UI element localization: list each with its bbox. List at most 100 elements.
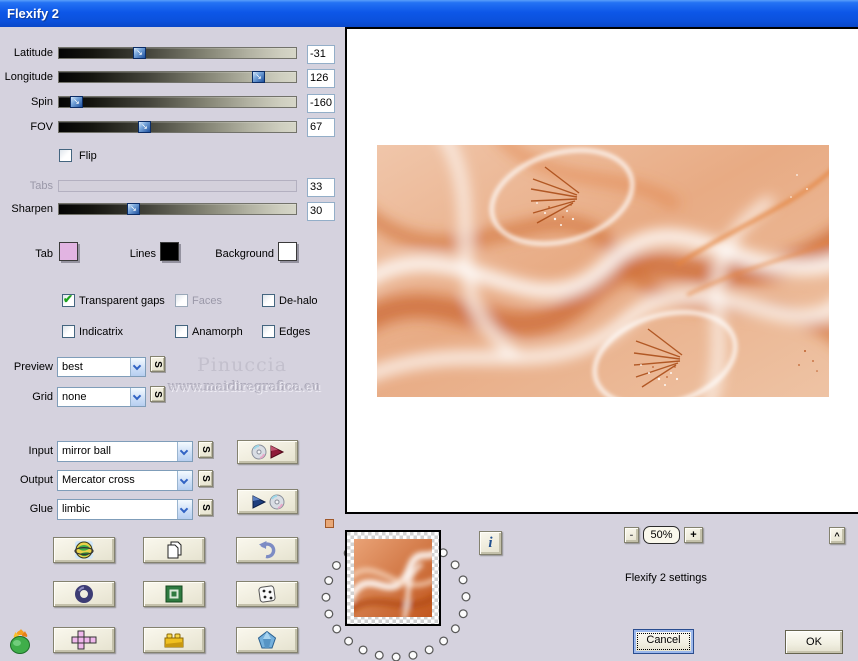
flaming-pear-logo [7,626,35,659]
fov-value-field[interactable]: 67 [307,118,335,137]
spin-slider-handle[interactable]: ↘ [70,96,83,108]
flip-label: Flip [79,150,97,162]
latitude-slider-handle[interactable]: ↘ [133,47,146,59]
undo-button[interactable] [236,537,298,563]
collapse-caret-button[interactable]: ^ [829,527,845,544]
chevron-down-icon[interactable] [130,358,145,376]
edges-checkbox[interactable] [262,325,275,338]
torus-button[interactable] [53,581,115,607]
spin-label: Spin [30,96,53,108]
cd-red-arrow-icon [251,444,285,460]
faces-checkbox [175,294,188,307]
watermark-url: www.maidiregrafica.eu [168,380,321,395]
anamorph-label: Anamorph [192,326,243,338]
glue-dropdown-label: Glue [29,503,53,515]
output-random-button[interactable]: S [198,470,213,487]
small-orange-marker [325,519,334,528]
sharpen-slider[interactable]: ↘ [58,203,297,215]
fov-label: FOV [30,121,53,133]
preview-image[interactable] [339,122,858,409]
flexify-dialog: Flexify 2 Latitude ↘ -31 Longitude ↘ 126… [0,0,858,661]
planet-button[interactable] [53,537,115,563]
chevron-down-icon[interactable] [130,388,145,406]
latitude-slider[interactable]: ↘ [58,47,297,59]
undo-arrow-icon [257,540,277,560]
copy-button[interactable] [143,537,205,563]
output-dropdown-label: Output [19,474,53,486]
minus-icon: - [629,529,634,541]
transparent-gaps-checkbox[interactable]: ✔ [62,292,75,307]
indicatrix-checkbox[interactable] [62,325,75,338]
settings-thumbnail[interactable] [345,530,441,626]
tab-color-swatch[interactable] [59,242,78,261]
background-color-swatch[interactable] [278,242,297,261]
caret-up-icon: ^ [834,530,840,541]
save-settings-button[interactable] [237,489,298,514]
lines-color-swatch[interactable] [160,242,179,261]
chip-button[interactable] [143,581,205,607]
tab-swatch-label: Tab [35,248,53,260]
grid-dropdown[interactable]: none [57,387,146,407]
chevron-down-icon[interactable] [177,500,192,519]
spin-value-field[interactable]: -160 [307,94,335,113]
input-dropdown-label: Input [28,445,53,457]
tabs-value-field[interactable]: 33 [307,178,335,197]
spin-slider[interactable]: ↘ [58,96,297,108]
flip-checkbox[interactable] [59,149,72,162]
sharpen-value-field[interactable]: 30 [307,202,335,221]
preview-dropdown[interactable]: best [57,357,146,377]
info-i-icon: i [488,534,493,551]
longitude-slider-handle[interactable]: ↘ [252,71,265,83]
chevron-down-icon[interactable] [177,442,192,461]
status-text: Flexify 2 settings [625,572,707,584]
zoom-in-button[interactable]: + [684,527,703,543]
brick-button[interactable] [143,627,205,653]
latitude-label: Latitude [13,47,53,59]
lego-brick-icon [163,630,185,650]
longitude-value-field[interactable]: 126 [307,69,335,88]
edges-label: Edges [279,326,311,338]
info-button[interactable]: i [479,531,502,555]
preview-dropdown-label: Preview [13,361,53,373]
plus-icon: + [690,529,697,541]
fov-slider[interactable]: ↘ [58,121,297,133]
grid-random-button[interactable]: S [150,386,165,402]
sharpen-label: Sharpen [11,203,53,215]
load-settings-button[interactable] [237,440,298,464]
ok-button[interactable]: OK [785,630,843,654]
anamorph-checkbox[interactable] [175,325,188,338]
glue-random-button[interactable]: S [198,499,213,516]
gem-button[interactable] [236,627,298,653]
dehalo-checkbox[interactable] [262,294,275,307]
fov-slider-handle[interactable]: ↘ [138,121,151,133]
copy-pages-icon [164,540,184,560]
longitude-slider[interactable]: ↘ [58,71,297,83]
dice-icon [257,584,277,604]
dehalo-label: De-halo [279,295,318,307]
cancel-button[interactable]: Cancel [633,629,694,654]
random-dice-button[interactable] [236,581,298,607]
latitude-value-field[interactable]: -31 [307,45,335,64]
transparent-gaps-label: Transparent gaps [79,295,165,307]
cube-net-cross-icon [71,630,97,650]
input-dropdown[interactable]: mirror ball [57,441,193,462]
sharpen-slider-handle[interactable]: ↘ [127,203,140,215]
titlebar[interactable]: Flexify 2 [0,0,858,27]
preview-random-button[interactable]: S [150,356,165,372]
chevron-down-icon[interactable] [177,471,192,490]
blue-gem-icon [257,630,277,650]
longitude-label: Longitude [4,71,53,83]
cube-net-button[interactable] [53,627,115,653]
output-dropdown[interactable]: Mercator cross [57,470,193,491]
preview-panel[interactable] [339,27,858,514]
window-title: Flexify 2 [7,6,60,21]
input-random-button[interactable]: S [198,441,213,458]
glue-dropdown[interactable]: limbic [57,499,193,520]
faces-label: Faces [192,295,222,307]
lines-swatch-label: Lines [129,248,156,260]
planet-icon [74,540,94,560]
watermark-name: Pinuccia [197,354,288,376]
zoom-out-button[interactable]: - [624,527,639,543]
grid-dropdown-label: Grid [32,391,53,403]
tabs-slider [58,180,297,192]
